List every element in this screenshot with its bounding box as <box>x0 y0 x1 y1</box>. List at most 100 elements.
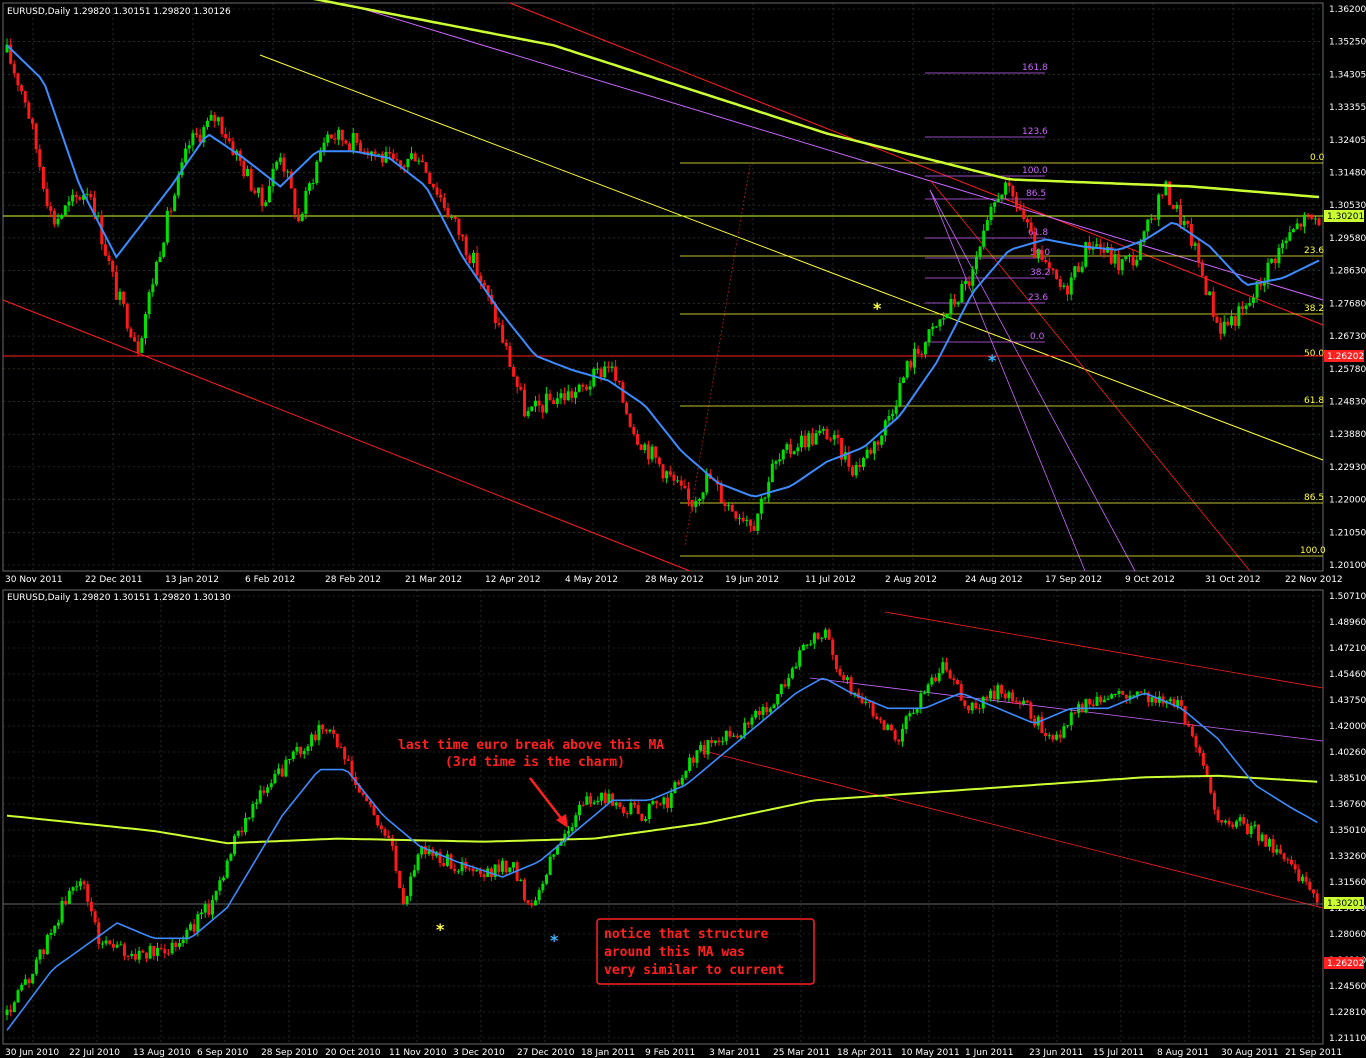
candle-body <box>335 733 339 748</box>
candle-body <box>886 724 890 730</box>
candle-body <box>727 505 731 507</box>
candle-body <box>442 197 446 208</box>
candle-body <box>262 790 266 793</box>
fib-yellow-label: 38.2 <box>1304 304 1324 314</box>
marker-blue-star: * <box>988 351 997 370</box>
candle-body <box>1227 820 1231 825</box>
candle-body <box>461 234 465 237</box>
candle-body <box>592 368 596 387</box>
candle-body <box>20 85 24 92</box>
candle-body <box>845 677 849 681</box>
candle-body <box>1040 716 1044 733</box>
candle-body <box>738 517 742 519</box>
candle-body <box>679 480 683 486</box>
candle-body <box>1304 876 1308 882</box>
candle-body <box>570 391 574 398</box>
candle-body <box>196 914 200 932</box>
candle-body <box>213 114 217 122</box>
candle-body <box>1245 823 1249 835</box>
candle-body <box>1007 692 1011 699</box>
candle-body <box>676 480 680 482</box>
date-axis-label: 18 Apr 2011 <box>837 1048 893 1058</box>
candle-body <box>233 835 237 855</box>
price-axis-label: 1.31480 <box>1329 169 1366 179</box>
candle-body <box>537 400 541 406</box>
candle-body <box>1264 834 1268 847</box>
candle-body <box>340 129 344 141</box>
candle-body <box>588 386 592 390</box>
candle-body <box>963 700 967 707</box>
candle-body <box>165 210 169 243</box>
candle-body <box>992 690 996 700</box>
candle-body <box>475 870 479 872</box>
candle-body <box>67 201 71 206</box>
candle-body <box>1313 218 1317 220</box>
date-axis-label: 8 Aug 2011 <box>1157 1048 1209 1058</box>
top-date-axis: 30 Nov 2011 22 Dec 2011 13 Jan 2012 6 Feb 2… <box>5 575 1343 585</box>
date-axis-label: 25 Mar 2011 <box>773 1048 830 1058</box>
candle-body <box>911 712 915 714</box>
candle-body <box>919 693 923 709</box>
candle-body <box>801 644 805 651</box>
price-axis-label: 1.22810 <box>1329 1008 1366 1018</box>
candle-body <box>959 684 963 701</box>
candle-body <box>541 405 545 413</box>
candle-body <box>446 207 450 218</box>
candle-body <box>629 802 633 814</box>
candle-body <box>1299 223 1303 227</box>
candle-body <box>304 190 308 214</box>
candle-body <box>900 728 904 742</box>
candle-body <box>299 746 303 755</box>
candle-body <box>284 759 288 777</box>
candle-body <box>1204 276 1208 296</box>
candle-body <box>195 133 199 135</box>
annotation-box-line2: around this MA was <box>604 945 745 960</box>
candle-body <box>908 713 912 717</box>
candle-body <box>1124 694 1128 699</box>
candle-body <box>355 132 359 143</box>
date-axis-label: 19 Jun 2012 <box>725 575 779 585</box>
candle-body <box>1219 322 1223 334</box>
candle-body <box>258 790 262 803</box>
candle-body <box>614 366 618 381</box>
candle-body <box>361 792 365 795</box>
candle-body <box>60 900 64 923</box>
candle-body <box>1205 765 1209 776</box>
candle-body <box>89 901 93 912</box>
candle-body <box>734 511 738 519</box>
candle-body <box>373 151 377 155</box>
candle-body <box>555 398 559 405</box>
price-axis-label: 1.21110 <box>1329 1034 1366 1044</box>
candle-body <box>1238 817 1242 822</box>
candle-body <box>1306 214 1310 216</box>
candle-body <box>578 804 582 816</box>
candle-body <box>1062 285 1066 287</box>
price-box-green-text: 1.30201 <box>1327 899 1364 909</box>
candle-body <box>114 271 118 300</box>
bottom-chart-header: EURUSD,Daily 1.29820 1.30151 1.29820 1.3… <box>7 593 231 603</box>
bottom-price-axis: 1.50710 1.48960 1.47210 1.45460 1.43750 1.420… <box>1329 592 1366 1044</box>
candle-body <box>188 924 192 930</box>
fib-yellow-label: 61.8 <box>1304 396 1324 406</box>
date-axis-label: 31 Oct 2012 <box>1205 575 1261 585</box>
candle-body <box>63 205 67 216</box>
candle-body <box>1055 734 1059 740</box>
candle-body <box>242 160 246 177</box>
candle-body <box>807 433 811 448</box>
candle-body <box>861 458 865 468</box>
candle-body <box>728 730 732 737</box>
candle-body <box>227 138 231 142</box>
top-chart-header: EURUSD,Daily 1.29820 1.30151 1.29820 1.3… <box>7 7 231 17</box>
candle-body <box>78 881 82 887</box>
candle-body <box>409 876 413 897</box>
candle-body <box>457 218 461 235</box>
candle-body <box>1066 725 1070 727</box>
candle-body <box>1047 735 1051 737</box>
price-box-red-text: 1.26202 <box>1327 959 1364 969</box>
candle-body <box>713 740 717 743</box>
candle-body <box>1175 205 1179 209</box>
candle-body <box>1138 242 1142 260</box>
candle-body <box>526 411 530 417</box>
candle-body <box>989 206 993 221</box>
candle-body <box>85 193 89 195</box>
